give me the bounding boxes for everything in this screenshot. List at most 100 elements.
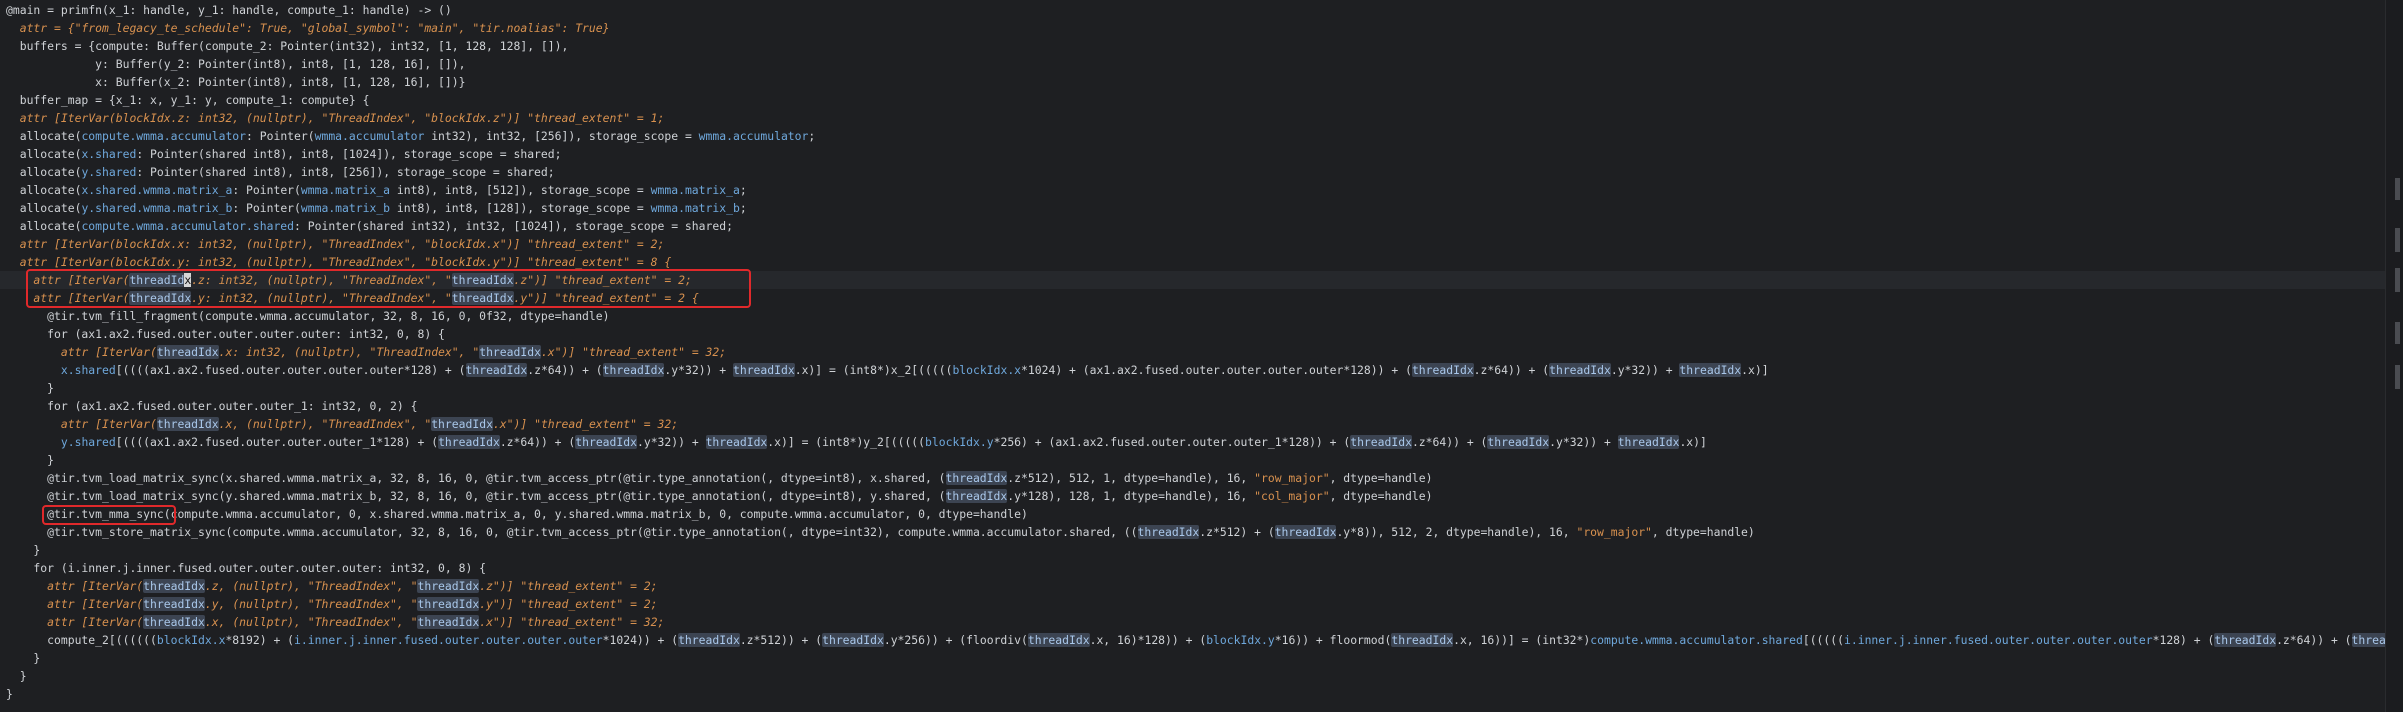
code-line[interactable]: allocate(y.shared.wmma.matrix_b: Pointer…: [0, 199, 747, 217]
code-line[interactable]: }: [0, 451, 54, 469]
code-line[interactable]: for (ax1.ax2.fused.outer.outer.outer.out…: [0, 325, 445, 343]
code-token: attr [IterVar(blockIdx.x: int32, (nullpt…: [6, 237, 665, 251]
code-line[interactable]: @tir.tvm_fill_fragment(compute.wmma.accu…: [0, 307, 609, 325]
code-token: .y*128), 128, 1, dtype=handle), 16,: [1007, 489, 1255, 503]
code-token: @tir.tvm_load_matrix_sync(y.shared.wmma.…: [6, 489, 946, 503]
code-line[interactable]: x.shared[((((ax1.ax2.fused.outer.outer.o…: [0, 361, 1769, 379]
code-token: compute.wmma.accumulator.shared: [81, 219, 295, 233]
code-line[interactable]: allocate(x.shared: Pointer(shared int8),…: [0, 145, 562, 163]
code-token: .z")] "thread_extent" = 2;: [479, 579, 658, 593]
code-line[interactable]: allocate(x.shared.wmma.matrix_a: Pointer…: [0, 181, 747, 199]
code-line[interactable]: attr [IterVar(threadIdx.y, (nullptr), "T…: [0, 595, 658, 613]
code-token: buffers = {compute: Buffer(compute_2: Po…: [6, 39, 569, 53]
code-line[interactable]: }: [0, 685, 13, 703]
code-token: .x, (nullptr), "ThreadIndex", ": [218, 417, 432, 431]
code-token: for (ax1.ax2.fused.outer.outer.outer_1: …: [6, 399, 418, 413]
code-line[interactable]: for (ax1.ax2.fused.outer.outer.outer_1: …: [0, 397, 417, 415]
code-line[interactable]: attr [IterVar(threadIdx.z: int32, (nullp…: [0, 271, 2386, 289]
code-line[interactable]: allocate(y.shared: Pointer(shared int8),…: [0, 163, 555, 181]
code-token: blockIdx.x: [952, 363, 1022, 377]
code-line[interactable]: for (i.inner.j.inner.fused.outer.outer.o…: [0, 559, 486, 577]
code-token: attr [IterVar(: [6, 273, 130, 287]
code-token: for (i.inner.j.inner.fused.outer.outer.o…: [6, 561, 487, 575]
code-token: int8), int8, [512]), storage_scope =: [390, 183, 651, 197]
code-line[interactable]: allocate(compute.wmma.accumulator.shared…: [0, 217, 733, 235]
thread-index-token: threadIdx: [575, 435, 637, 449]
thread-index-token: threadIdx: [822, 633, 884, 647]
code-token: wmma.accumulator: [314, 129, 425, 143]
code-token: allocate(: [6, 219, 82, 233]
code-token: y.shared: [81, 165, 137, 179]
code-token: }: [6, 381, 55, 395]
code-line[interactable]: @tir.tvm_store_matrix_sync(compute.wmma.…: [0, 523, 1755, 541]
code-line[interactable]: attr [IterVar(blockIdx.z: int32, (nullpt…: [0, 109, 665, 127]
code-token: ;: [808, 129, 816, 143]
code-token: .y")] "thread_extent" = 2;: [479, 597, 658, 611]
code-line[interactable]: compute_2[((((((blockIdx.x*8192) + (i.in…: [0, 631, 2386, 649]
code-token: @tir.tvm_mma_sync(compute.wmma.accumulat…: [6, 507, 1028, 521]
code-token: x.shared.wmma.matrix_a: [81, 183, 233, 197]
code-line[interactable]: attr [IterVar(threadIdx.x, (nullptr), "T…: [0, 613, 664, 631]
thread-index-token: threadIdx: [945, 471, 1008, 485]
thread-index-token: threadIdx: [143, 615, 205, 629]
code-line[interactable]: attr [IterVar(blockIdx.x: int32, (nullpt…: [0, 235, 665, 253]
code-line[interactable]: attr [IterVar(blockIdx.y: int32, (nullpt…: [0, 253, 672, 271]
code-line[interactable]: attr [IterVar(threadIdx.y: int32, (nullp…: [0, 289, 699, 307]
thread-index-token: threadIdx: [678, 633, 740, 647]
code-line[interactable]: allocate(compute.wmma.accumulator: Point…: [0, 127, 816, 145]
thread-index-token: threadIdx: [156, 345, 219, 359]
thread-index-token: threadIdx: [417, 597, 480, 611]
thread-index-token: threadIdx: [1274, 525, 1337, 539]
code-line[interactable]: attr = {"from_legacy_te_schedule": True,…: [0, 19, 610, 37]
code-token: x.shared: [81, 147, 137, 161]
code-token: i.inner.j.inner.fused.outer.outer.outer.…: [1844, 633, 2153, 647]
code-line[interactable]: attr [IterVar(threadIdx.x, (nullptr), "T…: [0, 415, 678, 433]
code-token: int32), int32, [256]), storage_scope =: [424, 129, 699, 143]
code-token: allocate(: [6, 165, 82, 179]
code-line[interactable]: y: Buffer(y_2: Pointer(int8), int8, [1, …: [0, 55, 465, 73]
code-line[interactable]: }: [0, 649, 40, 667]
code-token: .x")] "thread_extent" = 32;: [479, 615, 665, 629]
code-token: wmma.matrix_b: [650, 201, 740, 215]
code-token: : Pointer(: [232, 201, 301, 215]
code-line[interactable]: }: [0, 667, 27, 685]
code-line[interactable]: attr [IterVar(threadIdx.x: int32, (nullp…: [0, 343, 726, 361]
code-token: .x)] = (int8*)x_2[(((((: [794, 363, 953, 377]
code-line[interactable]: @tir.tvm_load_matrix_sync(y.shared.wmma.…: [0, 487, 1432, 505]
code-line[interactable]: @tir.tvm_mma_sync(compute.wmma.accumulat…: [0, 505, 1028, 523]
code-token: .z*64)) + (: [1473, 363, 1550, 377]
code-line[interactable]: @tir.tvm_load_matrix_sync(x.shared.wmma.…: [0, 469, 1432, 487]
code-line[interactable]: x: Buffer(x_2: Pointer(int8), int8, [1, …: [0, 73, 465, 91]
code-token: .x)] = (int8*)y_2[(((((: [767, 435, 926, 449]
code-token: .y*32)) +: [1549, 435, 1618, 449]
thread-index-token: threadIdx: [1350, 435, 1412, 449]
code-line[interactable]: buffer_map = {x_1: x, y_1: y, compute_1:…: [0, 91, 370, 109]
code-editor[interactable]: @main = primfn(x_1: handle, y_1: handle,…: [0, 0, 2386, 712]
code-token: "row_major": [1254, 471, 1330, 485]
code-token: wmma.matrix_a: [300, 183, 391, 197]
code-token: y.shared: [60, 435, 116, 449]
code-token: .y*32)) +: [664, 363, 733, 377]
thread-index-token: threadIdx: [1137, 525, 1200, 539]
code-line[interactable]: @main = primfn(x_1: handle, y_1: handle,…: [0, 1, 452, 19]
code-line[interactable]: y.shared[((((ax1.ax2.fused.outer.outer.o…: [0, 433, 1707, 451]
code-token: .y*32)) +: [636, 435, 706, 449]
code-token: allocate(: [6, 147, 82, 161]
code-token: attr = {"from_legacy_te_schedule": True,…: [6, 21, 610, 35]
code-token: [(((((: [1802, 633, 1844, 647]
code-line[interactable]: }: [0, 379, 54, 397]
code-token: *16)) + floormod(: [1274, 633, 1392, 647]
code-token: ;: [739, 183, 747, 197]
code-token: @tir.tvm_load_matrix_sync(x.shared.wmma.…: [6, 471, 946, 485]
code-token: int8), int8, [128]), storage_scope =: [390, 201, 651, 215]
code-token: attr [IterVar(: [6, 291, 130, 305]
code-token: blockIdx.y: [1206, 633, 1275, 647]
code-token: y.shared.wmma.matrix_b: [81, 201, 233, 215]
code-token: ;: [739, 201, 747, 215]
code-line[interactable]: attr [IterVar(threadIdx.z, (nullptr), "T…: [0, 577, 658, 595]
code-line[interactable]: }: [0, 541, 40, 559]
code-line[interactable]: buffers = {compute: Buffer(compute_2: Po…: [0, 37, 569, 55]
code-token: blockIdx.x: [156, 633, 226, 647]
editor-scrollbar[interactable]: [2385, 0, 2403, 712]
code-token: *256) + (ax1.ax2.fused.outer.outer.outer…: [993, 435, 1351, 449]
